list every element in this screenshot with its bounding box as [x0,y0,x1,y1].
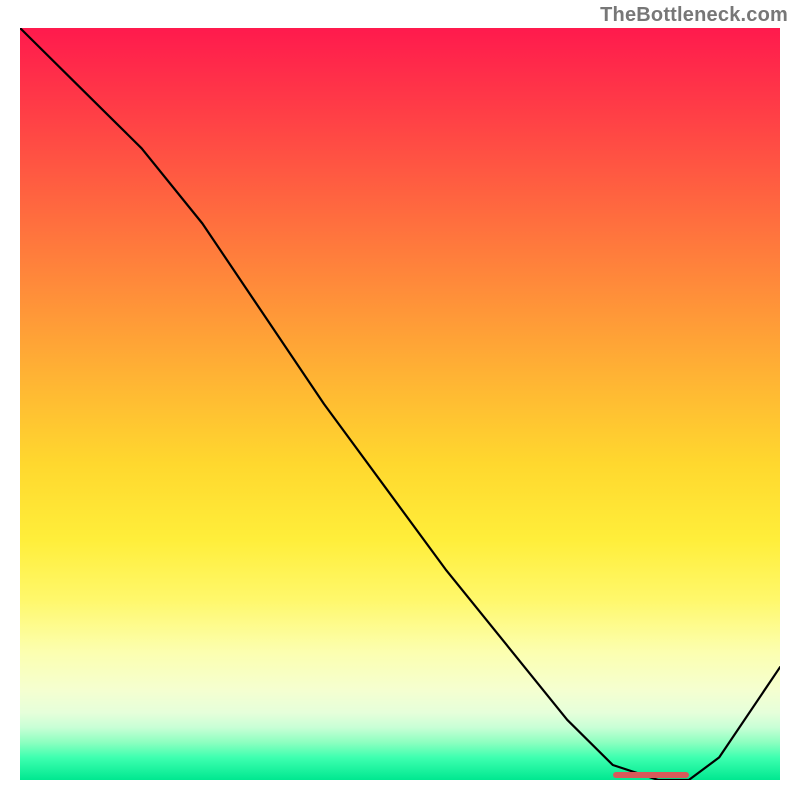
watermark-text: TheBottleneck.com [600,4,788,27]
chart-container: TheBottleneck.com [0,0,800,800]
chart-plot-area [20,28,780,780]
bottleneck-zone-marker [613,772,689,778]
bottleneck-curve [20,28,780,780]
